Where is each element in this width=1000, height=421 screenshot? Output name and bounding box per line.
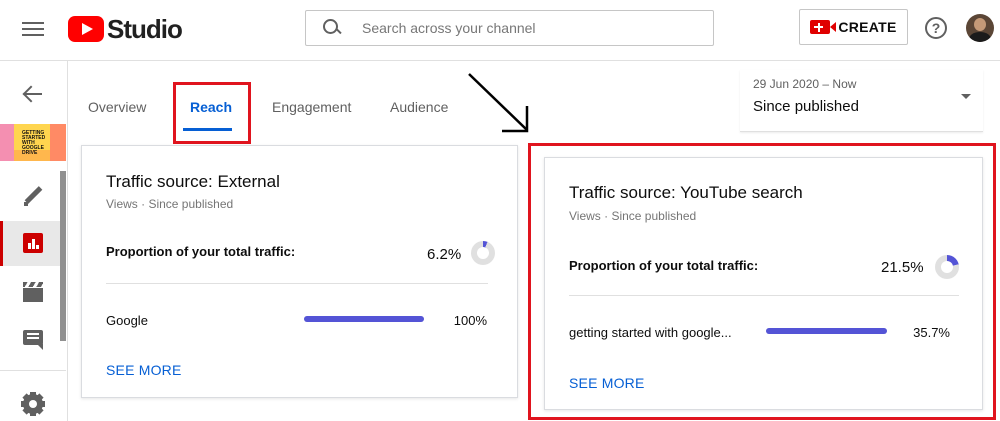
tab-overview[interactable]: Overview (88, 99, 146, 115)
gear-icon[interactable] (21, 392, 45, 416)
card-title: Traffic source: External (106, 172, 280, 191)
highlight-box (528, 143, 996, 420)
row-bar (304, 316, 424, 322)
create-label: CREATE (838, 19, 897, 35)
help-icon[interactable]: ? (925, 17, 947, 39)
avatar[interactable] (966, 14, 994, 42)
analytics-icon[interactable] (22, 232, 44, 254)
date-range-text: 29 Jun 2020 – Now (753, 77, 857, 91)
proportion-value: 6.2% (427, 246, 462, 263)
annotation-arrow-icon (468, 73, 529, 133)
left-rail: GETTING STARTED WITH GOOGLE DRIVE (0, 61, 68, 421)
see-more-link[interactable]: SEE MORE (106, 362, 182, 378)
card-divider (106, 283, 488, 284)
search-box[interactable] (305, 10, 714, 46)
comment-icon[interactable] (22, 328, 44, 350)
reach-highlight-box (173, 82, 251, 144)
row-value: 100% (453, 313, 487, 328)
row-bar-fill (304, 316, 424, 322)
create-button[interactable]: CREATE (799, 9, 908, 45)
date-range-selector[interactable]: 29 Jun 2020 – Now Since published (740, 70, 983, 132)
date-range-label: Since published (753, 98, 859, 115)
thumbnail-text: GETTING STARTED WITH GOOGLE DRIVE (22, 130, 46, 156)
clapperboard-icon[interactable] (22, 281, 44, 303)
row-label: Google (106, 313, 148, 328)
search-input[interactable] (362, 20, 692, 36)
video-camera-icon (810, 20, 837, 34)
rail-divider (0, 370, 66, 371)
top-header: Studio CREATE ? (0, 0, 1000, 61)
video-thumbnail[interactable]: GETTING STARTED WITH GOOGLE DRIVE (0, 124, 66, 161)
proportion-donut-icon (471, 241, 495, 265)
logo-text: Studio (107, 13, 183, 44)
traffic-card-external: Traffic source: External Views · Since p… (81, 145, 518, 398)
tab-engagement[interactable]: Engagement (272, 99, 351, 115)
search-icon (322, 18, 342, 38)
studio-logo[interactable]: Studio (68, 13, 183, 44)
pencil-icon[interactable] (22, 185, 44, 207)
youtube-play-icon (68, 16, 104, 42)
menu-icon[interactable] (22, 18, 44, 38)
tab-audience[interactable]: Audience (390, 99, 448, 115)
rail-scrollbar[interactable] (60, 171, 66, 341)
card-subtitle: Views · Since published (106, 197, 234, 211)
back-arrow-icon[interactable] (22, 83, 44, 105)
proportion-label: Proportion of your total traffic: (106, 244, 296, 259)
chevron-down-icon[interactable] (961, 94, 971, 99)
